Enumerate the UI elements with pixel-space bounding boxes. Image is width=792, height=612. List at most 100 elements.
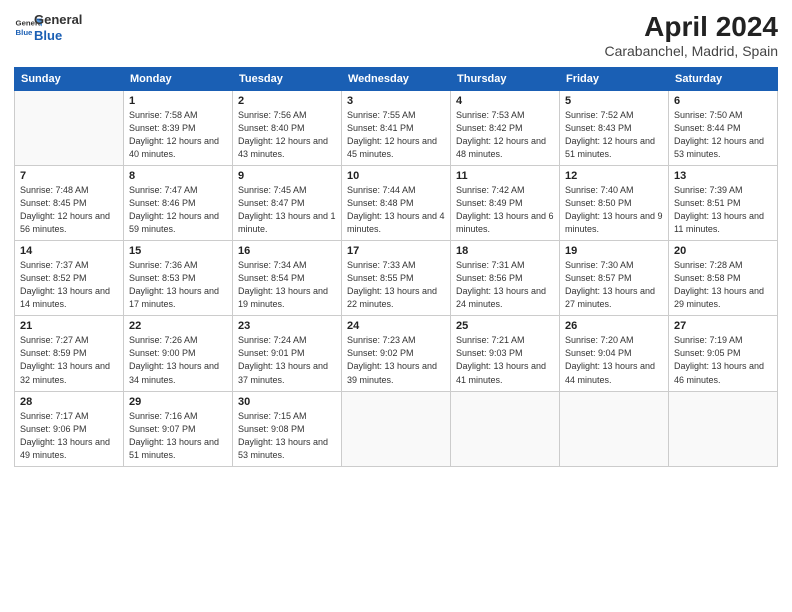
day-number: 14 [20,245,118,257]
day-info: Sunrise: 7:56 AMSunset: 8:40 PMDaylight:… [238,109,336,161]
calendar-cell: 6 Sunrise: 7:50 AMSunset: 8:44 PMDaylight… [669,90,778,165]
day-info: Sunrise: 7:37 AMSunset: 8:52 PMDaylight:… [20,259,118,311]
day-number: 4 [456,95,554,107]
calendar-cell: 8 Sunrise: 7:47 AMSunset: 8:46 PMDaylight… [124,165,233,240]
day-info: Sunrise: 7:52 AMSunset: 8:43 PMDaylight:… [565,109,663,161]
calendar-cell: 14 Sunrise: 7:37 AMSunset: 8:52 PMDayligh… [15,241,124,316]
day-info: Sunrise: 7:58 AMSunset: 8:39 PMDaylight:… [129,109,227,161]
day-number: 13 [674,170,772,182]
logo-general: General [34,12,82,28]
day-number: 23 [238,320,336,332]
column-header-tuesday: Tuesday [233,67,342,90]
day-number: 20 [674,245,772,257]
calendar-cell: 29 Sunrise: 7:16 AMSunset: 9:07 PMDayligh… [124,391,233,466]
calendar-cell: 18Sunrise: 7:31 AMSunset: 8:56 PMDayligh… [451,241,560,316]
day-info: Sunrise: 7:21 AMSunset: 9:03 PMDaylight:… [456,334,554,386]
column-header-sunday: Sunday [15,67,124,90]
calendar-cell: 5 Sunrise: 7:52 AMSunset: 8:43 PMDaylight… [560,90,669,165]
calendar-week-3: 21 Sunrise: 7:27 AMSunset: 8:59 PMDayligh… [15,316,778,391]
day-number: 16 [238,245,336,257]
day-number: 10 [347,170,445,182]
day-info: Sunrise: 7:53 AMSunset: 8:42 PMDaylight:… [456,109,554,161]
day-number: 3 [347,95,445,107]
day-number: 18 [456,245,554,257]
day-info: Sunrise: 7:44 AMSunset: 8:48 PMDaylight:… [347,184,445,236]
day-number: 30 [238,396,336,408]
column-header-thursday: Thursday [451,67,560,90]
calendar-header-row: SundayMondayTuesdayWednesdayThursdayFrid… [15,67,778,90]
calendar-cell: 27 Sunrise: 7:19 AMSunset: 9:05 PMDayligh… [669,316,778,391]
header: General Blue General Blue April 2024 Car… [14,12,778,59]
day-info: Sunrise: 7:20 AMSunset: 9:04 PMDaylight:… [565,334,663,386]
calendar-cell: 17 Sunrise: 7:33 AMSunset: 8:55 PMDayligh… [342,241,451,316]
day-number: 24 [347,320,445,332]
calendar-week-4: 28 Sunrise: 7:17 AMSunset: 9:06 PMDayligh… [15,391,778,466]
day-number: 29 [129,396,227,408]
day-info: Sunrise: 7:28 AMSunset: 8:58 PMDaylight:… [674,259,772,311]
calendar-cell: 25Sunrise: 7:21 AMSunset: 9:03 PMDayligh… [451,316,560,391]
day-number: 5 [565,95,663,107]
day-info: Sunrise: 7:27 AMSunset: 8:59 PMDaylight:… [20,334,118,386]
column-header-monday: Monday [124,67,233,90]
day-info: Sunrise: 7:47 AMSunset: 8:46 PMDaylight:… [129,184,227,236]
day-info: Sunrise: 7:15 AMSunset: 9:08 PMDaylight:… [238,410,336,462]
calendar-cell: 23 Sunrise: 7:24 AMSunset: 9:01 PMDayligh… [233,316,342,391]
calendar-cell: 15Sunrise: 7:36 AMSunset: 8:53 PMDayligh… [124,241,233,316]
column-header-friday: Friday [560,67,669,90]
calendar-cell: 3 Sunrise: 7:55 AMSunset: 8:41 PMDaylight… [342,90,451,165]
calendar-cell: 13 Sunrise: 7:39 AMSunset: 8:51 PMDayligh… [669,165,778,240]
day-info: Sunrise: 7:19 AMSunset: 9:05 PMDaylight:… [674,334,772,386]
calendar-cell: 21 Sunrise: 7:27 AMSunset: 8:59 PMDayligh… [15,316,124,391]
day-info: Sunrise: 7:39 AMSunset: 8:51 PMDaylight:… [674,184,772,236]
calendar-cell: 2 Sunrise: 7:56 AMSunset: 8:40 PMDaylight… [233,90,342,165]
calendar-cell: 10 Sunrise: 7:44 AMSunset: 8:48 PMDayligh… [342,165,451,240]
calendar-cell: 19Sunrise: 7:30 AMSunset: 8:57 PMDayligh… [560,241,669,316]
calendar-cell [451,391,560,466]
day-number: 2 [238,95,336,107]
day-info: Sunrise: 7:55 AMSunset: 8:41 PMDaylight:… [347,109,445,161]
day-number: 11 [456,170,554,182]
day-number: 17 [347,245,445,257]
day-info: Sunrise: 7:33 AMSunset: 8:55 PMDaylight:… [347,259,445,311]
day-info: Sunrise: 7:23 AMSunset: 9:02 PMDaylight:… [347,334,445,386]
calendar-cell [560,391,669,466]
day-info: Sunrise: 7:24 AMSunset: 9:01 PMDaylight:… [238,334,336,386]
day-info: Sunrise: 7:36 AMSunset: 8:53 PMDaylight:… [129,259,227,311]
calendar-cell: 30 Sunrise: 7:15 AMSunset: 9:08 PMDayligh… [233,391,342,466]
calendar-table: SundayMondayTuesdayWednesdayThursdayFrid… [14,67,778,467]
day-info: Sunrise: 7:40 AMSunset: 8:50 PMDaylight:… [565,184,663,236]
column-header-saturday: Saturday [669,67,778,90]
day-number: 21 [20,320,118,332]
day-info: Sunrise: 7:30 AMSunset: 8:57 PMDaylight:… [565,259,663,311]
calendar-week-0: 1 Sunrise: 7:58 AMSunset: 8:39 PMDaylight… [15,90,778,165]
day-number: 7 [20,170,118,182]
day-number: 22 [129,320,227,332]
calendar-cell [15,90,124,165]
calendar-cell: 12 Sunrise: 7:40 AMSunset: 8:50 PMDayligh… [560,165,669,240]
day-info: Sunrise: 7:34 AMSunset: 8:54 PMDaylight:… [238,259,336,311]
calendar-cell: 4 Sunrise: 7:53 AMSunset: 8:42 PMDaylight… [451,90,560,165]
day-number: 27 [674,320,772,332]
day-info: Sunrise: 7:16 AMSunset: 9:07 PMDaylight:… [129,410,227,462]
day-info: Sunrise: 7:45 AMSunset: 8:47 PMDaylight:… [238,184,336,236]
page-title: April 2024 [604,12,778,43]
day-info: Sunrise: 7:42 AMSunset: 8:49 PMDaylight:… [456,184,554,236]
day-info: Sunrise: 7:48 AMSunset: 8:45 PMDaylight:… [20,184,118,236]
day-number: 6 [674,95,772,107]
day-number: 28 [20,396,118,408]
calendar-cell: 7 Sunrise: 7:48 AMSunset: 8:45 PMDaylight… [15,165,124,240]
column-header-wednesday: Wednesday [342,67,451,90]
day-number: 1 [129,95,227,107]
calendar-cell: 26Sunrise: 7:20 AMSunset: 9:04 PMDayligh… [560,316,669,391]
calendar-week-2: 14 Sunrise: 7:37 AMSunset: 8:52 PMDayligh… [15,241,778,316]
page-container: General Blue General Blue April 2024 Car… [0,0,792,477]
day-info: Sunrise: 7:50 AMSunset: 8:44 PMDaylight:… [674,109,772,161]
day-number: 12 [565,170,663,182]
day-number: 8 [129,170,227,182]
svg-text:Blue: Blue [16,28,34,37]
day-info: Sunrise: 7:26 AMSunset: 9:00 PMDaylight:… [129,334,227,386]
calendar-cell: 11 Sunrise: 7:42 AMSunset: 8:49 PMDayligh… [451,165,560,240]
logo-blue: Blue [34,28,82,44]
calendar-cell: 20 Sunrise: 7:28 AMSunset: 8:58 PMDayligh… [669,241,778,316]
day-info: Sunrise: 7:17 AMSunset: 9:06 PMDaylight:… [20,410,118,462]
